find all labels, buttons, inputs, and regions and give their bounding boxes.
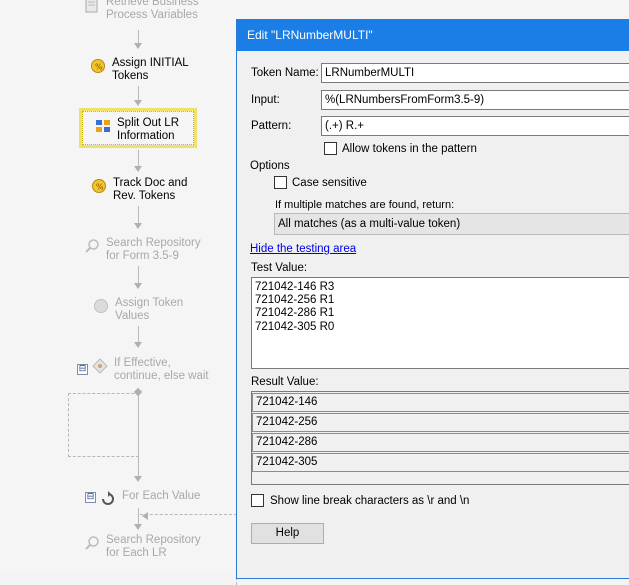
token-icon: % bbox=[90, 58, 106, 74]
token-name-field[interactable]: LRNumberMULTI bbox=[321, 63, 629, 83]
show-line-breaks-label[interactable]: Show line break characters as \r and \n bbox=[270, 495, 469, 507]
node-retrieve-variables[interactable]: Retrieve Business Process Variables bbox=[84, 0, 199, 22]
node-track-doc-tokens[interactable]: % Track Doc and Rev. Tokens bbox=[91, 177, 187, 203]
node-split-out-lr[interactable]: Split Out LR Information bbox=[95, 117, 179, 143]
edit-token-dialog: Edit "LRNumberMULTI" Token Name: LRNumbe… bbox=[236, 19, 629, 579]
node-label: Retrieve Business Process Variables bbox=[106, 0, 199, 21]
input-label: Input: bbox=[251, 94, 280, 106]
result-row[interactable]: 721042-305 bbox=[252, 453, 629, 472]
node-assign-initial-tokens[interactable]: % Assign INITIAL Tokens bbox=[90, 57, 189, 83]
node-assign-token-values[interactable]: Assign Token Values bbox=[93, 297, 183, 323]
allow-tokens-checkbox[interactable] bbox=[324, 142, 337, 155]
token-name-label: Token Name: bbox=[251, 67, 319, 79]
options-label: Options bbox=[250, 160, 290, 172]
multiple-matches-label: If multiple matches are found, return: bbox=[275, 199, 455, 211]
node-if-effective[interactable]: If Effective, continue, else wait bbox=[92, 357, 209, 383]
loop-arrow bbox=[142, 512, 148, 520]
result-row[interactable]: 721042-256 bbox=[252, 413, 629, 432]
document-icon bbox=[84, 0, 100, 13]
svg-text:%: % bbox=[96, 183, 104, 192]
allow-tokens-label[interactable]: Allow tokens in the pattern bbox=[342, 143, 477, 155]
result-row[interactable]: 721042-286 bbox=[252, 433, 629, 452]
case-sensitive-label[interactable]: Case sensitive bbox=[292, 177, 367, 189]
multiple-matches-select[interactable]: All matches (as a multi-value token) bbox=[274, 213, 629, 235]
test-value-label: Test Value: bbox=[251, 262, 308, 274]
node-label: Split Out LR Information bbox=[117, 117, 179, 142]
node-label: Track Doc and Rev. Tokens bbox=[113, 177, 188, 202]
case-sensitive-checkbox[interactable] bbox=[274, 176, 287, 189]
connector-arrow bbox=[134, 283, 142, 289]
test-value-textarea[interactable]: 721042-146 R3 721042-256 R1 721042-286 R… bbox=[251, 277, 629, 369]
dialog-title[interactable]: Edit "LRNumberMULTI" bbox=[237, 20, 629, 51]
pattern-label: Pattern: bbox=[251, 120, 292, 132]
test-value-line: 721042-146 R3 bbox=[255, 281, 335, 293]
connector-arrow bbox=[134, 43, 142, 49]
grid-icon bbox=[95, 118, 111, 134]
show-line-breaks-checkbox[interactable] bbox=[251, 494, 264, 507]
connector-arrow bbox=[134, 166, 142, 172]
test-value-line: 721042-256 R1 bbox=[255, 294, 335, 307]
loop-icon bbox=[100, 491, 116, 507]
token-icon: % bbox=[91, 178, 107, 194]
result-value-list[interactable]: 721042-146 721042-256 721042-286 721042-… bbox=[251, 391, 629, 485]
node-label: If Effective, continue, else wait bbox=[114, 357, 209, 382]
node-label: Search Repository for Form 3.5-9 bbox=[106, 237, 201, 262]
node-label: Search Repository for Each LR bbox=[106, 534, 201, 559]
search-icon bbox=[84, 238, 100, 254]
input-field[interactable]: %(LRNumbersFromForm3.5-9) bbox=[321, 90, 629, 110]
node-label: For Each Value bbox=[122, 490, 201, 502]
connector-arrow bbox=[134, 476, 142, 482]
collapse-toggle[interactable]: ⊟ bbox=[77, 364, 88, 375]
svg-text:%: % bbox=[95, 63, 103, 72]
node-for-each-value[interactable]: For Each Value bbox=[100, 490, 200, 507]
node-search-each-lr[interactable]: Search Repository for Each LR bbox=[84, 534, 201, 560]
collapse-toggle[interactable]: ⊟ bbox=[85, 492, 96, 503]
connector-arrow bbox=[134, 100, 142, 106]
connector-arrow bbox=[134, 342, 142, 348]
branch-outline bbox=[68, 393, 139, 457]
search-icon bbox=[84, 535, 100, 551]
test-value-line: 721042-305 R0 bbox=[255, 320, 335, 333]
result-row[interactable]: 721042-146 bbox=[252, 393, 629, 412]
test-value-line: 721042-286 R1 bbox=[255, 307, 335, 320]
help-button[interactable]: Help bbox=[251, 523, 324, 544]
token-icon bbox=[93, 298, 109, 314]
condition-icon bbox=[92, 358, 108, 374]
node-label: Assign Token Values bbox=[115, 297, 184, 322]
pattern-field[interactable]: (.+) R.+ bbox=[321, 116, 629, 136]
node-search-form[interactable]: Search Repository for Form 3.5-9 bbox=[84, 237, 201, 263]
node-label: Assign INITIAL Tokens bbox=[112, 57, 189, 82]
connector-arrow bbox=[134, 223, 142, 229]
hide-testing-area-link[interactable]: Hide the testing area bbox=[250, 243, 356, 255]
result-value-label: Result Value: bbox=[251, 376, 319, 388]
